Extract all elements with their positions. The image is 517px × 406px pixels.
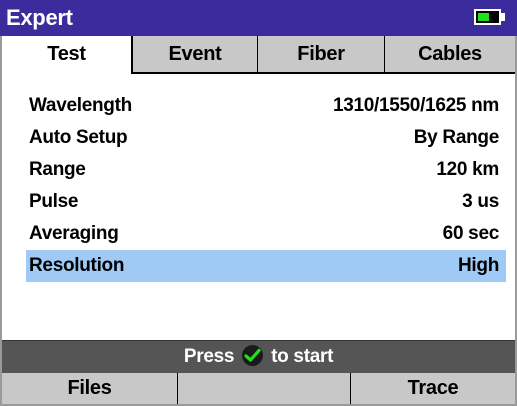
setting-row-range[interactable]: Range 120 km xyxy=(26,154,506,186)
tab-fiber[interactable]: Fiber xyxy=(257,36,384,72)
setting-label: Wavelength xyxy=(29,95,132,116)
tab-event[interactable]: Event xyxy=(132,36,257,72)
softkey-blank[interactable] xyxy=(177,373,351,404)
tab-cables[interactable]: Cables xyxy=(384,36,515,72)
check-circle-icon xyxy=(242,345,264,366)
softkey-trace[interactable]: Trace xyxy=(351,373,515,404)
battery-tip xyxy=(501,13,505,21)
battery-icon xyxy=(474,9,501,25)
setting-row-auto-setup[interactable]: Auto Setup By Range xyxy=(26,122,506,154)
setting-label: Range xyxy=(29,159,86,180)
setting-value: 60 sec xyxy=(442,223,500,244)
status-prefix: Press xyxy=(183,346,235,367)
status-suffix: to start xyxy=(271,346,334,367)
setting-row-pulse[interactable]: Pulse 3 us xyxy=(26,186,506,218)
setting-value: High xyxy=(457,255,499,276)
status-message: Press to start xyxy=(2,341,515,373)
setting-row-averaging[interactable]: Averaging 60 sec xyxy=(26,218,506,250)
tab-test[interactable]: Test xyxy=(2,36,132,74)
tab-bar: Test Event Fiber Cables xyxy=(2,36,515,74)
softkey-files[interactable]: Files xyxy=(2,373,177,404)
title-bar: Expert xyxy=(0,0,517,36)
window-title: Expert xyxy=(6,5,73,30)
setting-label: Resolution xyxy=(29,255,125,276)
setting-value: 120 km xyxy=(436,159,499,180)
setting-label: Auto Setup xyxy=(29,127,128,148)
battery-level-indicator xyxy=(478,13,489,21)
setting-value: 3 us xyxy=(462,191,499,212)
setting-value: By Range xyxy=(413,127,500,148)
setting-label: Averaging xyxy=(29,223,119,244)
setting-row-wavelength[interactable]: Wavelength 1310/1550/1625 nm xyxy=(26,90,506,122)
setting-value: 1310/1550/1625 nm xyxy=(332,95,499,116)
setting-label: Pulse xyxy=(29,191,79,212)
softkey-bar: Files Trace xyxy=(2,373,515,404)
settings-list: Wavelength 1310/1550/1625 nm Auto Setup … xyxy=(26,90,506,282)
status-bar: Press to start xyxy=(2,340,515,373)
setting-row-resolution[interactable]: Resolution High xyxy=(26,250,506,282)
